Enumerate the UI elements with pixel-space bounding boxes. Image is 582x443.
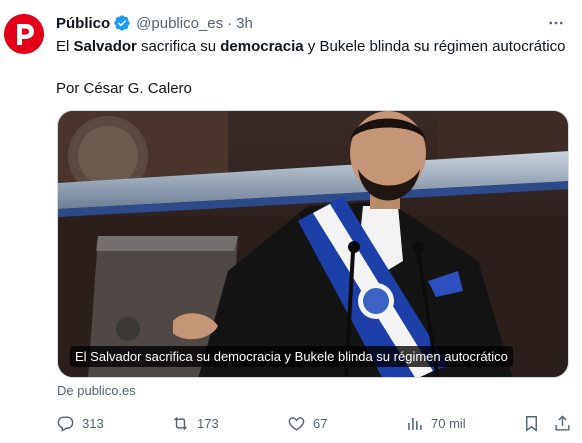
like-count: 67 (313, 415, 328, 431)
reply-icon (57, 415, 74, 432)
bookmark-icon (526, 415, 537, 432)
tweet-text-hashtag-democracia: democracia (220, 38, 304, 55)
more-options-icon[interactable] (544, 13, 568, 33)
views-chart-icon (408, 417, 422, 430)
tweet-text-hashtag-salvador: Salvador (73, 38, 137, 55)
header-separator: · (227, 14, 233, 32)
views-count: 70 mil (431, 415, 466, 431)
tweet-text-segment: y Bukele blinda su régimen autocrático (303, 38, 566, 55)
repost-icon (174, 416, 187, 430)
tweet-actions: 313 173 67 70 mil (0, 410, 582, 436)
tweet-byline: Por César G. Calero (56, 80, 192, 97)
publico-logo-icon (4, 14, 44, 54)
avatar[interactable] (4, 14, 44, 54)
share-button[interactable] (553, 412, 579, 434)
tweet-text: El Salvador sacrifica su democracia y Bu… (56, 37, 566, 57)
repost-count: 173 (197, 415, 219, 431)
author-handle[interactable]: @publico_es (136, 15, 223, 32)
author-name[interactable]: Público (56, 15, 110, 32)
views-button[interactable]: 70 mil (405, 412, 466, 434)
like-button[interactable]: 67 (287, 412, 327, 434)
heart-icon (288, 416, 305, 431)
bookmark-button[interactable] (522, 412, 548, 434)
tweet-text-segment: sacrifica su (136, 38, 221, 55)
tweet-timestamp[interactable]: 3h (236, 15, 253, 32)
verified-badge-icon[interactable] (113, 14, 131, 32)
reply-button[interactable]: 313 (56, 412, 104, 434)
share-icon (555, 414, 570, 431)
link-card[interactable]: El Salvador sacrifica su democracia y Bu… (57, 110, 569, 378)
tweet-text-segment: El (56, 38, 74, 55)
card-source-link[interactable]: De publico.es (57, 383, 136, 398)
tweet-header: Público @publico_es · 3h (56, 12, 568, 34)
repost-button[interactable]: 173 (171, 412, 219, 434)
card-image (58, 111, 568, 377)
tweet[interactable]: Público @publico_es · 3h El Salvador sac… (0, 0, 582, 443)
card-caption: El Salvador sacrifica su democracia y Bu… (70, 346, 513, 367)
reply-count: 313 (82, 415, 104, 431)
